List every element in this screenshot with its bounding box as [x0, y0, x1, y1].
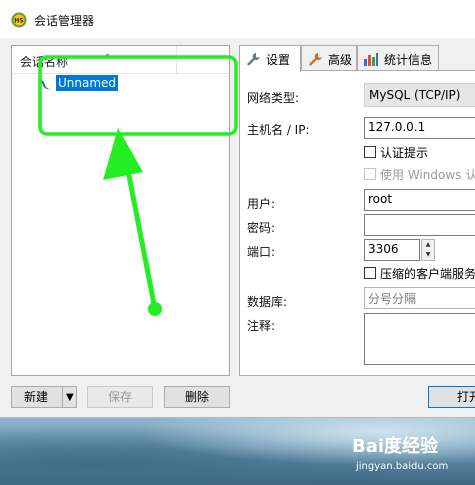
sort-ascending-icon: ^ — [103, 52, 113, 65]
tab-statistics-label: 统计信息 — [384, 53, 433, 67]
network-type-select[interactable]: MySQL (TCP/IP) — [364, 83, 475, 107]
delete-button[interactable]: 删除 — [164, 386, 230, 408]
title-bar[interactable]: HS 会话管理器 — [0, 0, 475, 38]
port-stepper[interactable]: ▲ ▼ — [421, 239, 435, 261]
port-input[interactable]: 3306 — [364, 239, 420, 261]
tab-advanced-label: 高级 — [328, 53, 353, 67]
tab-statistics[interactable]: 统计信息 — [357, 45, 439, 71]
bar-chart-icon — [364, 53, 378, 66]
column-divider — [176, 46, 177, 74]
wrench-icon — [309, 53, 322, 66]
baidu-jingyan-watermark: Bai度经验 jingyan.baidu.com — [352, 432, 462, 476]
compressed-protocol-checkbox[interactable] — [364, 267, 376, 279]
password-label: 密码: — [247, 221, 276, 235]
comment-textarea[interactable] — [364, 313, 475, 365]
wrench-icon — [247, 53, 260, 66]
settings-tab-page: 网络类型: MySQL (TCP/IP) 主机名 / IP: 127.0.0.1… — [239, 70, 475, 376]
tab-settings-label: 设置 — [266, 53, 291, 67]
mysql-dolphin-icon — [38, 78, 50, 90]
auth-prompt-label: 认证提示 — [380, 146, 429, 160]
split-divider — [62, 387, 63, 407]
auth-prompt-checkbox[interactable] — [364, 146, 376, 158]
user-input[interactable]: root — [364, 189, 475, 211]
open-button[interactable]: 打开 — [428, 386, 475, 408]
host-input[interactable]: 127.0.0.1 — [364, 117, 475, 139]
network-type-label: 网络类型: — [247, 91, 300, 105]
tree-column-header[interactable]: 会话名称 ^ — [12, 46, 229, 74]
database-input[interactable]: 分号分隔 — [364, 287, 475, 309]
dropdown-arrow-icon[interactable]: ▼ — [66, 388, 74, 408]
tab-settings[interactable]: 设置 — [239, 45, 301, 72]
session-name-label: Unnamed — [56, 75, 119, 91]
save-button[interactable]: 保存 — [87, 386, 153, 408]
app-icon-text: HS — [14, 18, 23, 25]
port-label: 端口: — [247, 245, 276, 259]
comment-label: 注释: — [247, 319, 276, 333]
new-button-label: 新建 — [23, 390, 48, 404]
tab-advanced[interactable]: 高级 — [301, 45, 357, 71]
session-manager-window: HS 会话管理器 会话名称 ^ Unnamed 新建 ▼ 保存 删除 打开 — [0, 0, 475, 418]
session-name-column-label: 会话名称 — [20, 55, 69, 69]
new-session-button[interactable]: 新建 ▼ — [11, 386, 77, 408]
watermark-url: jingyan.baidu.com — [356, 461, 449, 472]
window-title: 会话管理器 — [34, 14, 95, 28]
database-label: 数据库: — [247, 295, 288, 309]
compressed-protocol-label: 压缩的客户端服务 — [380, 267, 475, 281]
stepper-down-icon[interactable]: ▼ — [422, 250, 434, 260]
hs-app-icon: HS — [11, 12, 27, 28]
host-label: 主机名 / IP: — [247, 123, 310, 137]
watermark-logo-text: Bai度经验 — [352, 436, 439, 457]
user-label: 用户: — [247, 197, 276, 211]
windows-auth-checkbox[interactable] — [364, 168, 376, 180]
session-tree[interactable]: 会话名称 ^ Unnamed — [11, 45, 230, 376]
password-input[interactable] — [364, 214, 475, 236]
stepper-up-icon[interactable]: ▲ — [422, 240, 434, 250]
windows-auth-label: 使用 Windows 认 — [380, 168, 475, 182]
